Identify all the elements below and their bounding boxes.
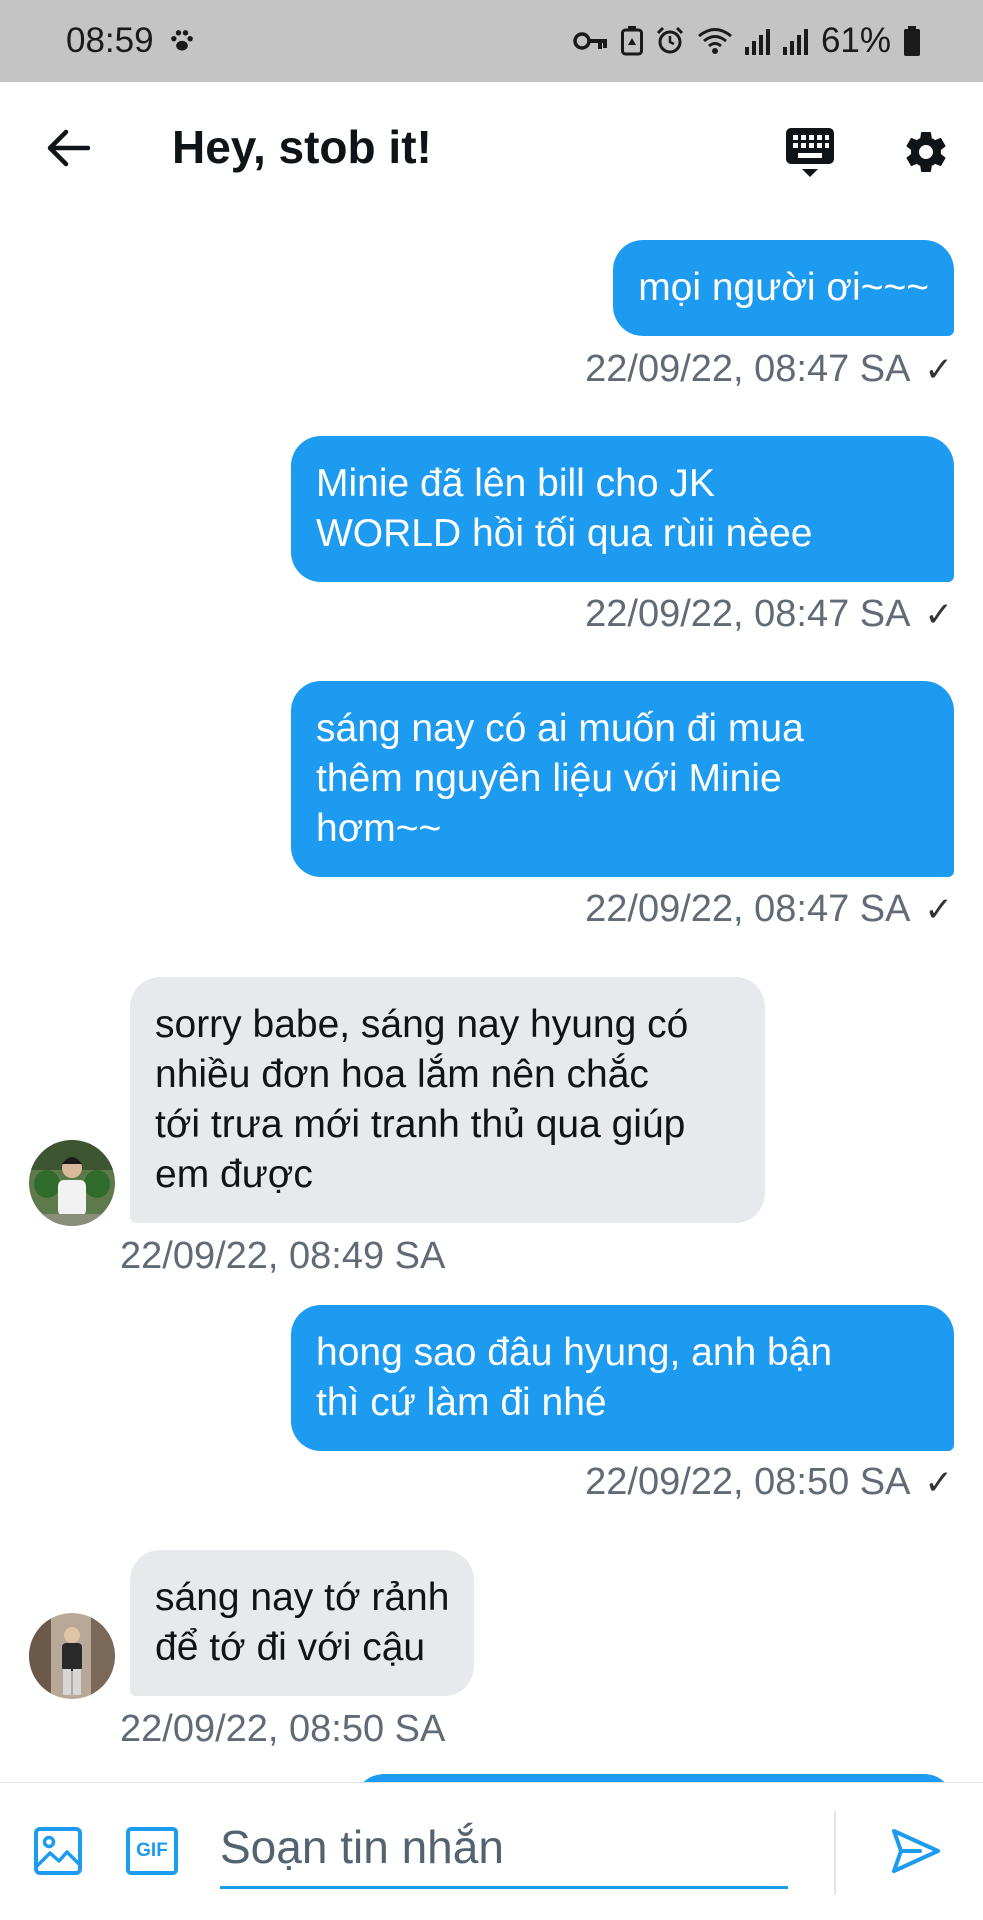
message-timestamp: 22/09/22, 08:47 SA ✓ (585, 348, 953, 391)
signal-icon-2 (782, 27, 809, 55)
back-arrow-icon (47, 129, 90, 167)
read-check-icon: ✓ (924, 890, 954, 929)
message-list[interactable]: mọi người ơi~~~ 22/09/22, 08:47 SA ✓ Min… (0, 218, 983, 1782)
chat-title: Hey, stob it! (172, 121, 432, 173)
message-timestamp: 22/09/22, 08:49 SA (120, 1235, 445, 1278)
timestamp-text: 22/09/22, 08:50 SA (585, 1461, 911, 1503)
message-timestamp: 22/09/22, 08:47 SA ✓ (585, 593, 953, 636)
message-bubble-sent[interactable]: Minie đã lên bill cho JK WORLD hồi tối q… (291, 436, 954, 582)
message-bubble-sent-partial[interactable] (354, 1774, 954, 1782)
image-button[interactable] (30, 1823, 86, 1879)
alarm-icon (655, 26, 685, 56)
avatar[interactable] (29, 1140, 115, 1226)
status-time: 08:59 (66, 21, 154, 60)
message-bubble-sent[interactable]: sáng nay có ai muốn đi mua thêm nguyên l… (291, 681, 954, 877)
status-bar-right: 61% (573, 21, 921, 61)
battery-percent: 61% (820, 21, 891, 60)
message-bubble-received[interactable]: sorry babe, sáng nay hyung có nhiều đơn … (130, 977, 765, 1223)
image-icon (34, 1827, 82, 1875)
paw-icon (168, 27, 196, 55)
timestamp-text: 22/09/22, 08:47 SA (585, 348, 911, 390)
status-bar-left: 08:59 (66, 21, 196, 61)
message-timestamp: 22/09/22, 08:50 SA ✓ (585, 1461, 953, 1504)
message-bubble-received[interactable]: sáng nay tớ rảnh để tớ đi với cậu (130, 1550, 475, 1696)
timestamp-text: 22/09/22, 08:49 SA (120, 1235, 446, 1277)
status-bar: 08:59 61% (0, 0, 983, 82)
recycle-battery-icon (620, 26, 643, 56)
gif-button[interactable]: GIF (124, 1823, 180, 1879)
message-composer: GIF (0, 1782, 983, 1920)
keyboard-icon (786, 128, 834, 177)
battery-icon (903, 26, 921, 56)
read-check-icon: ✓ (924, 1463, 954, 1502)
gear-icon (906, 132, 946, 172)
message-input[interactable] (220, 1807, 788, 1889)
key-icon (573, 29, 609, 53)
timestamp-text: 22/09/22, 08:47 SA (585, 593, 911, 635)
wifi-icon (697, 27, 733, 55)
timestamp-text: 22/09/22, 08:50 SA (120, 1708, 446, 1750)
chat-header: Hey, stob it! (0, 82, 983, 218)
settings-button[interactable] (898, 124, 954, 180)
composer-divider (834, 1811, 836, 1895)
message-bubble-sent[interactable]: hong sao đâu hyung, anh bận thì cứ làm đ… (291, 1305, 954, 1451)
timestamp-text: 22/09/22, 08:47 SA (585, 888, 911, 930)
avatar[interactable] (29, 1613, 115, 1699)
send-button[interactable] (886, 1821, 946, 1881)
message-bubble-sent[interactable]: mọi người ơi~~~ (613, 240, 954, 336)
gif-label: GIF (136, 1840, 168, 1861)
signal-icon (744, 27, 771, 55)
read-check-icon: ✓ (924, 350, 954, 389)
message-timestamp: 22/09/22, 08:47 SA ✓ (585, 888, 953, 931)
gif-icon: GIF (126, 1827, 178, 1875)
back-button[interactable] (42, 122, 94, 174)
read-check-icon: ✓ (924, 595, 954, 634)
send-icon (892, 1829, 940, 1873)
keyboard-button[interactable] (782, 124, 838, 180)
message-timestamp: 22/09/22, 08:50 SA (120, 1708, 445, 1751)
